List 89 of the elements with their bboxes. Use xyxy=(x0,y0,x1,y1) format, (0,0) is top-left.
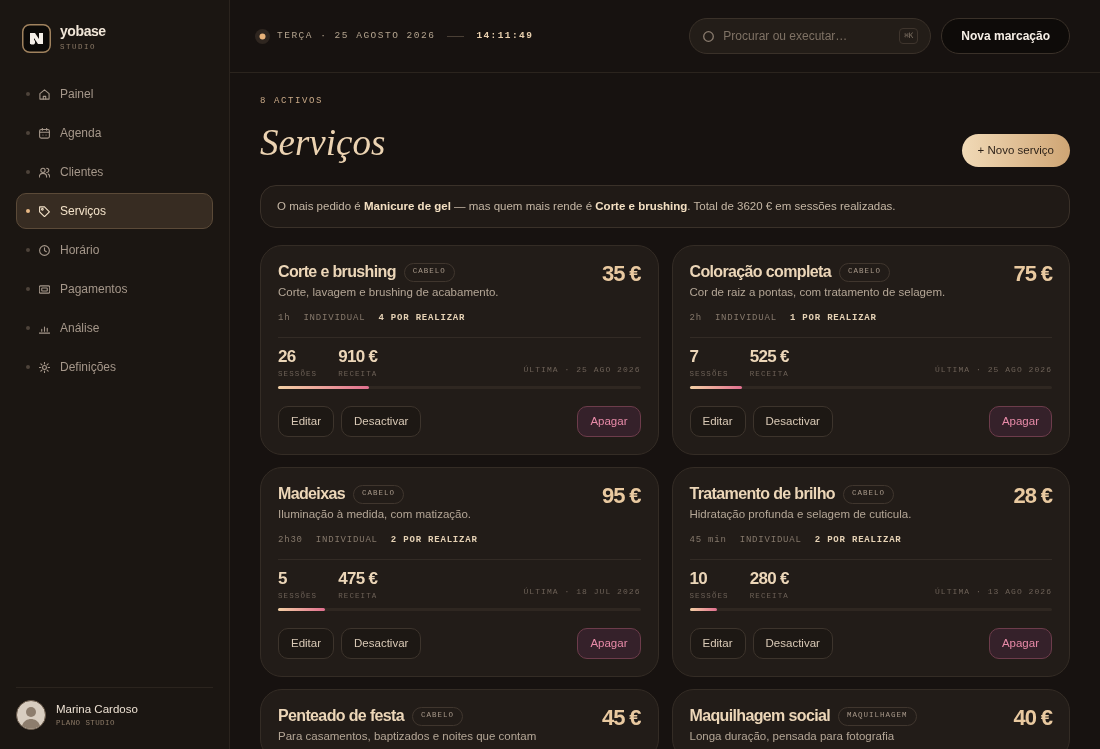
status-dot-icon xyxy=(255,28,270,44)
sidebar-item[interactable]: Painel xyxy=(16,76,213,112)
bullet-dot-icon xyxy=(26,326,30,330)
last-session-date: ÚLTIMA · 25 AGO 2026 xyxy=(523,365,641,375)
active-count: 8 ACTIVOS xyxy=(260,95,323,107)
stat-value: 10 xyxy=(689,569,708,589)
mode-text: INDIVIDUAL xyxy=(714,312,777,326)
stat-value: 525 € xyxy=(749,347,789,367)
service-name: Corte e brushing xyxy=(278,262,396,282)
delete-button[interactable]: Apagar xyxy=(988,406,1052,437)
date-text: TERÇA · 25 AGOSTO 2026 xyxy=(277,28,436,43)
action-button[interactable]: Editar xyxy=(278,628,335,659)
service-description: Iluminação à medida, com matização. xyxy=(278,507,472,521)
service-description: Hidratação profunda e selagem de cuticula. xyxy=(689,507,912,521)
duration-text: 2h30 xyxy=(278,534,303,548)
mode-text: INDIVIDUAL xyxy=(315,534,378,548)
service-name: Coloração completa xyxy=(689,262,831,282)
sidebar-item[interactable]: Clientes xyxy=(16,154,213,190)
stat-value: 910 € xyxy=(338,347,378,367)
bullet-dot-icon xyxy=(26,209,30,213)
sidebar-item[interactable]: Agenda xyxy=(16,115,213,151)
bullet-dot-icon xyxy=(26,131,30,135)
service-price: 40 € xyxy=(1013,704,1052,732)
bullet-dot-icon xyxy=(26,287,30,291)
last-session-date: ÚLTIMA · 25 AGO 2026 xyxy=(935,365,1052,375)
card-icon xyxy=(39,283,50,295)
service-price: 95 € xyxy=(602,482,641,510)
stat-value: 5 xyxy=(278,569,287,589)
pending-count: 2 POR REALIZAR xyxy=(814,534,902,548)
user-name: Marina Cardoso xyxy=(56,701,138,717)
service-name: Tratamento de brilho xyxy=(689,484,835,504)
stat-value: 7 xyxy=(689,347,699,367)
avatar-icon xyxy=(16,700,46,730)
delete-button[interactable]: Apagar xyxy=(988,628,1052,659)
service-description: Cor de raiz a pontas, com tratamento de selagem. xyxy=(689,285,946,299)
action-button[interactable]: Editar xyxy=(278,406,335,437)
new-service-button[interactable]: + Novo serviço xyxy=(961,134,1070,167)
logo-icon xyxy=(22,23,51,53)
sidebar-item[interactable]: Serviços xyxy=(16,193,213,229)
page-title: Serviços xyxy=(260,121,386,165)
stat-value: 26 xyxy=(278,347,296,367)
last-session-date: ÚLTIMA · 13 AGO 2026 xyxy=(935,587,1052,597)
service-price: 35 € xyxy=(602,260,641,288)
action-button[interactable]: Desactivar xyxy=(752,406,833,437)
duration-text: 1h xyxy=(278,312,291,326)
service-description: Para casamentos, baptizados e noites que contam xyxy=(278,729,537,743)
delete-button[interactable]: Apagar xyxy=(577,406,641,437)
clock-time: 14:11:49 xyxy=(476,28,534,43)
bullet-dot-icon xyxy=(26,170,30,174)
home-icon xyxy=(39,88,50,100)
bullet-dot-icon xyxy=(26,248,30,252)
duration-text: 45 min xyxy=(689,534,727,548)
new-appointment-button[interactable]: Nova marcação xyxy=(941,18,1070,54)
service-name: Penteado de festa xyxy=(278,706,405,726)
tag-icon xyxy=(39,205,50,217)
mode-text: INDIVIDUAL xyxy=(303,312,366,326)
duration-text: 2h xyxy=(689,312,702,326)
mode-text: INDIVIDUAL xyxy=(739,534,802,548)
stat-value: 475 € xyxy=(338,569,378,589)
action-button[interactable]: Editar xyxy=(689,628,746,659)
brand-name: yobase xyxy=(60,23,106,40)
action-button[interactable]: Desactivar xyxy=(341,628,422,659)
delete-button[interactable]: Apagar xyxy=(577,628,641,659)
pending-count: 2 POR REALIZAR xyxy=(390,534,478,548)
service-price: 75 € xyxy=(1013,260,1052,288)
service-name: Madeixas xyxy=(278,484,345,504)
action-button[interactable]: Desactivar xyxy=(341,406,422,437)
service-description: Corte, lavagem e brushing de acabamento. xyxy=(278,285,499,299)
action-button[interactable]: Editar xyxy=(689,406,746,437)
clock-icon xyxy=(39,244,50,256)
calendar-icon xyxy=(39,127,50,139)
service-price: 45 € xyxy=(602,704,641,732)
sidebar-item[interactable]: Definições xyxy=(16,349,213,385)
service-price: 28 € xyxy=(1013,482,1052,510)
service-description: Longa duração, pensada para fotografia xyxy=(689,729,895,743)
summary-text: O mais pedido é Manicure de gel — mas quem mais rende é Corte e brushing. Total de 3620 € em sessões realizadas. xyxy=(277,198,896,214)
ring-icon xyxy=(703,30,715,42)
action-button[interactable]: Desactivar xyxy=(752,628,833,659)
settings-icon xyxy=(39,361,50,373)
sidebar-item[interactable]: Pagamentos xyxy=(16,271,213,307)
bullet-dot-icon xyxy=(26,92,30,96)
pending-count: 1 POR REALIZAR xyxy=(789,312,877,326)
pending-count: 4 POR REALIZAR xyxy=(378,312,466,326)
sidebar-item[interactable]: Análise xyxy=(16,310,213,346)
sidebar-item[interactable]: Horário xyxy=(16,232,213,268)
stat-value: 280 € xyxy=(749,569,789,589)
bullet-dot-icon xyxy=(26,365,30,369)
people-icon xyxy=(39,166,50,178)
service-name: Maquilhagem social xyxy=(689,706,831,726)
